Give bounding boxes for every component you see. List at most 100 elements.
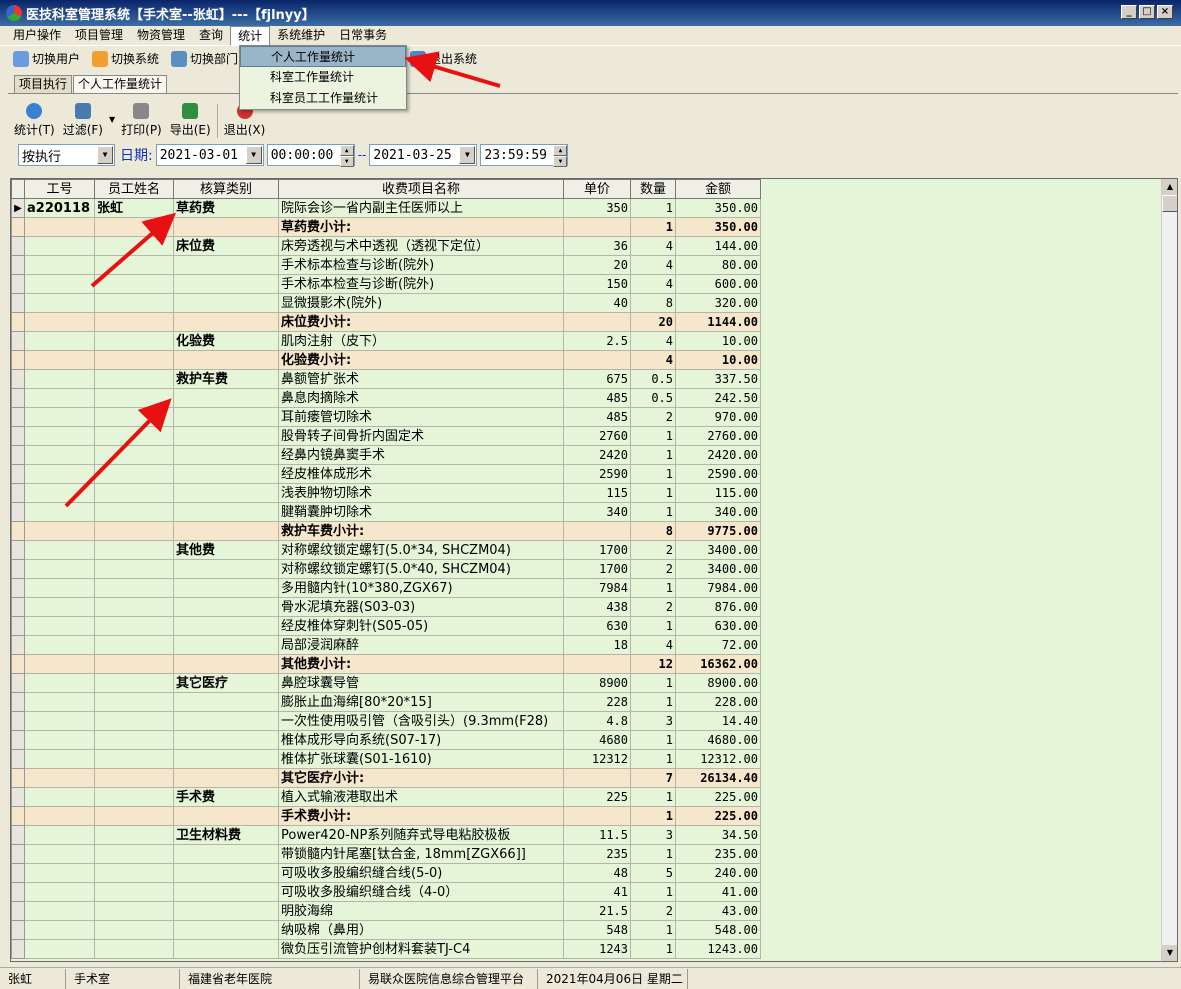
row-indicator[interactable] xyxy=(11,711,25,731)
row-indicator[interactable] xyxy=(11,730,25,750)
end-date-picker[interactable]: 2021-03-25 ▼ xyxy=(369,144,478,166)
row-indicator[interactable] xyxy=(11,407,25,427)
table-row[interactable]: 可吸收多股编织缝合线（4-0） 41 1 41.00 xyxy=(11,882,761,902)
table-row[interactable]: 其它医疗 鼻腔球囊导管 8900 1 8900.00 xyxy=(11,673,761,693)
row-indicator[interactable] xyxy=(11,331,25,351)
menu-project[interactable]: 项目管理 xyxy=(68,26,130,45)
row-indicator[interactable] xyxy=(11,578,25,598)
table-row[interactable]: 经鼻内镜鼻窦手术 2420 1 2420.00 xyxy=(11,445,761,465)
row-indicator[interactable] xyxy=(11,388,25,408)
exit-system-button[interactable]: 退出系统 xyxy=(407,50,480,67)
col-header-item[interactable]: 收费项目名称 xyxy=(278,179,564,199)
switch-user-button[interactable]: 切换用户 xyxy=(10,50,83,67)
table-row[interactable]: 手术标本检查与诊断(院外) 150 4 600.00 xyxy=(11,274,761,294)
table-row[interactable]: 浅表肿物切除术 115 1 115.00 xyxy=(11,483,761,503)
start-time-field[interactable]: 00:00:00 ▲ ▼ xyxy=(266,144,355,167)
subtotal-row[interactable]: 其它医疗小计: 7 26134.40 xyxy=(11,768,761,788)
end-time-field[interactable]: 23:59:59 ▲ ▼ xyxy=(480,144,569,167)
col-header-qty[interactable]: 数量 xyxy=(630,179,676,199)
subtotal-row[interactable]: 其他费小计: 12 16362.00 xyxy=(11,654,761,674)
row-indicator[interactable] xyxy=(11,217,25,237)
start-date-picker[interactable]: 2021-03-01 ▼ xyxy=(155,144,264,166)
print-button[interactable]: 打印(P) xyxy=(117,103,166,138)
row-indicator[interactable] xyxy=(11,692,25,712)
subtotal-row[interactable]: 化验费小计: 4 10.00 xyxy=(11,350,761,370)
menu-user[interactable]: 用户操作 xyxy=(6,26,68,45)
time-spinner[interactable]: ▲ ▼ xyxy=(553,145,568,167)
row-indicator[interactable] xyxy=(11,369,25,389)
row-indicator[interactable] xyxy=(11,293,25,313)
table-row[interactable]: 腱鞘囊肿切除术 340 1 340.00 xyxy=(11,502,761,522)
col-header-category[interactable]: 核算类别 xyxy=(173,179,279,199)
subtotal-row[interactable]: 救护车费小计: 8 9775.00 xyxy=(11,521,761,541)
row-indicator[interactable] xyxy=(11,464,25,484)
row-indicator[interactable] xyxy=(11,901,25,921)
menu-supplies[interactable]: 物资管理 xyxy=(130,26,192,45)
row-indicator[interactable] xyxy=(11,597,25,617)
table-row[interactable]: 局部浸润麻醉 18 4 72.00 xyxy=(11,635,761,655)
table-row[interactable]: 膨胀止血海绵[80*20*15] 228 1 228.00 xyxy=(11,692,761,712)
menu-query[interactable]: 查询 xyxy=(192,26,230,45)
maximize-icon[interactable]: □ xyxy=(1139,5,1155,19)
export-button[interactable]: 导出(E) xyxy=(166,103,215,138)
filter-button[interactable]: 过滤(F) xyxy=(59,103,107,138)
row-indicator[interactable] xyxy=(11,483,25,503)
table-row[interactable]: 耳前瘘管切除术 485 2 970.00 xyxy=(11,407,761,427)
table-row[interactable]: 救护车费 鼻额管扩张术 675 0.5 337.50 xyxy=(11,369,761,389)
scroll-up-icon[interactable]: ▲ xyxy=(1162,179,1177,195)
col-header-name[interactable]: 员工姓名 xyxy=(94,179,174,199)
row-indicator[interactable] xyxy=(11,616,25,636)
table-row[interactable]: 椎体扩张球囊(S01-1610) 12312 1 12312.00 xyxy=(11,749,761,769)
row-indicator[interactable] xyxy=(11,312,25,332)
calendar-dropdown-icon[interactable]: ▼ xyxy=(459,146,476,164)
col-header-id[interactable]: 工号 xyxy=(24,179,95,199)
table-row[interactable]: 可吸收多股编织缝合线(5-0) 48 5 240.00 xyxy=(11,863,761,883)
row-indicator[interactable] xyxy=(11,673,25,693)
row-indicator[interactable] xyxy=(11,787,25,807)
switch-dept-button[interactable]: 切换部门 xyxy=(168,50,241,67)
table-row[interactable]: 鼻息肉摘除术 485 0.5 242.50 xyxy=(11,388,761,408)
table-row[interactable]: 床位费 床旁透视与术中透视（透视下定位） 36 4 144.00 xyxy=(11,236,761,256)
table-row[interactable]: 明胶海绵 21.5 2 43.00 xyxy=(11,901,761,921)
calendar-dropdown-icon[interactable]: ▼ xyxy=(245,146,262,164)
current-row-indicator[interactable]: ▶ xyxy=(11,198,25,218)
row-indicator[interactable] xyxy=(11,920,25,940)
vertical-scrollbar[interactable]: ▲ ▼ xyxy=(1161,179,1177,961)
table-row[interactable]: 椎体成形导向系统(S07-17) 4680 1 4680.00 xyxy=(11,730,761,750)
row-indicator[interactable] xyxy=(11,825,25,845)
minimize-icon[interactable]: _ xyxy=(1121,5,1137,19)
table-row[interactable]: 手术标本检查与诊断(院外) 20 4 80.00 xyxy=(11,255,761,275)
table-row[interactable]: 多用髓内针(10*380,ZGX67) 7984 1 7984.00 xyxy=(11,578,761,598)
subtotal-row[interactable]: 草药费小计: 1 350.00 xyxy=(11,217,761,237)
row-indicator[interactable] xyxy=(11,882,25,902)
subtotal-row[interactable]: 手术费小计: 1 225.00 xyxy=(11,806,761,826)
tab-project-execution[interactable]: 项目执行 xyxy=(14,75,73,93)
table-row[interactable]: 经皮椎体穿刺针(S05-05) 630 1 630.00 xyxy=(11,616,761,636)
row-indicator[interactable] xyxy=(11,236,25,256)
row-indicator[interactable] xyxy=(11,806,25,826)
stat-mode-select[interactable]: 按执行 ▼ xyxy=(18,144,115,166)
menu-item-personal-stats[interactable]: 个人工作量统计 xyxy=(240,46,406,67)
table-row[interactable]: 带锁髓内针尾塞[钛合金, 18mm[ZGX66]] 235 1 235.00 xyxy=(11,844,761,864)
menu-statistics[interactable]: 统计 xyxy=(230,25,271,46)
table-row[interactable]: 经皮椎体成形术 2590 1 2590.00 xyxy=(11,464,761,484)
time-spinner[interactable]: ▲ ▼ xyxy=(339,145,354,167)
table-row[interactable]: ▶ a220118 张虹 草药费 院际会诊一省内副主任医师以上 350 1 350.00 xyxy=(11,198,761,218)
menu-system[interactable]: 系统维护 xyxy=(270,26,332,45)
row-indicator[interactable] xyxy=(11,559,25,579)
table-row[interactable]: 骨水泥填充器(S03-03) 438 2 876.00 xyxy=(11,597,761,617)
table-row[interactable]: 化验费 肌肉注射（皮下） 2.5 4 10.00 xyxy=(11,331,761,351)
row-indicator[interactable] xyxy=(11,768,25,788)
row-indicator[interactable] xyxy=(11,445,25,465)
table-row[interactable]: 一次性使用吸引管（含吸引头）(9.3mm(F28) 4.8 3 14.40 xyxy=(11,711,761,731)
filter-dropdown-toggle[interactable]: ▼ xyxy=(107,115,117,138)
table-row[interactable]: 股骨转子间骨折内固定术 2760 1 2760.00 xyxy=(11,426,761,446)
row-indicator[interactable] xyxy=(11,274,25,294)
menu-daily[interactable]: 日常事务 xyxy=(332,26,394,45)
row-indicator[interactable] xyxy=(11,939,25,959)
menu-item-dept-staff-stats[interactable]: 科室员工工作量统计 xyxy=(240,88,406,109)
row-indicator[interactable] xyxy=(11,654,25,674)
stats-button[interactable]: 统计(T) xyxy=(10,103,59,138)
col-header-price[interactable]: 单价 xyxy=(563,179,631,199)
table-row[interactable]: 微负压引流管护创材料套装TJ-C4 1243 1 1243.00 xyxy=(11,939,761,959)
